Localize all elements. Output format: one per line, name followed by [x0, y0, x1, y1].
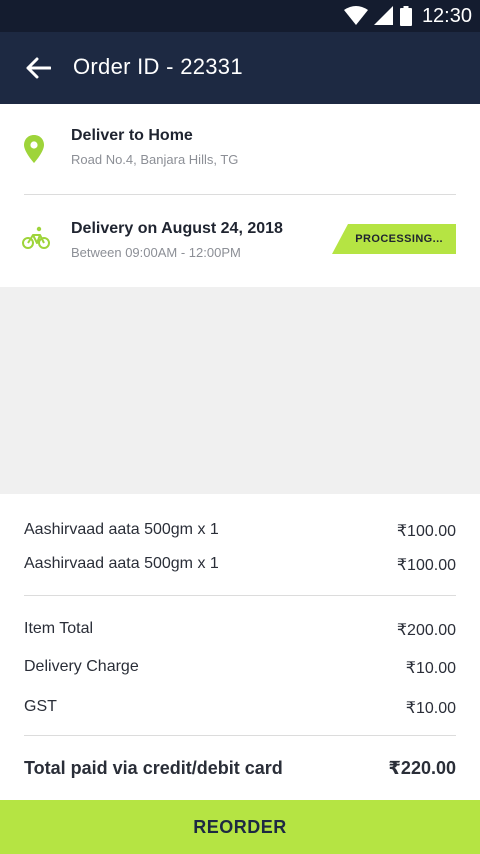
delivery-charge-label: Delivery Charge: [24, 658, 139, 675]
delivery-date-title: Delivery on August 24, 2018: [71, 220, 283, 237]
back-button[interactable]: [20, 50, 56, 86]
item-price: ₹100.00: [396, 523, 456, 540]
deliver-to-title: Deliver to Home: [71, 127, 193, 144]
delivery-charge-row: Delivery Charge ₹10.00: [24, 658, 456, 678]
status-badge-label: PROCESSING...: [355, 233, 443, 245]
status-indicators: 12:30: [343, 0, 472, 32]
status-time: 12:30: [421, 4, 472, 27]
item-name: Aashirvaad aata 500gm x 1: [24, 555, 219, 572]
total-paid-value: ₹220.00: [388, 758, 456, 778]
bicycle-icon: [22, 226, 50, 249]
item-price: ₹100.00: [396, 557, 456, 574]
back-arrow-icon: [26, 57, 51, 79]
signal-icon: [373, 6, 393, 25]
battery-icon: [399, 6, 412, 26]
app-bar: Order ID - 22331: [0, 32, 480, 104]
gst-row: GST ₹10.00: [24, 698, 456, 718]
wifi-icon: [343, 6, 368, 25]
divider: [24, 595, 456, 596]
gst-label: GST: [24, 698, 57, 715]
reorder-button-label: REORDER: [193, 816, 287, 837]
page-title: Order ID - 22331: [73, 54, 243, 79]
order-summary-card: Aashirvaad aata 500gm x 1 ₹100.00 Aashir…: [0, 494, 480, 800]
status-bar: 12:30: [0, 0, 480, 32]
delivery-charge-value: ₹10.00: [405, 660, 456, 677]
reorder-button[interactable]: REORDER: [0, 800, 480, 854]
deliver-address: Road No.4, Banjara Hills, TG: [71, 152, 239, 167]
total-paid-row: Total paid via credit/debit card ₹220.00: [24, 758, 456, 779]
delivery-window: Between 09:00AM - 12:00PM: [71, 245, 241, 260]
item-total-row: Item Total ₹200.00: [24, 620, 456, 640]
status-badge: PROCESSING...: [332, 224, 456, 254]
location-pin-icon: [24, 135, 44, 163]
delivery-card: Deliver to Home Road No.4, Banjara Hills…: [0, 104, 480, 287]
item-total-label: Item Total: [24, 620, 94, 637]
item-name: Aashirvaad aata 500gm x 1: [24, 521, 219, 538]
list-item: Aashirvaad aata 500gm x 1 ₹100.00: [24, 521, 456, 541]
gst-value: ₹10.00: [405, 700, 456, 717]
divider: [24, 735, 456, 736]
total-paid-label: Total paid via credit/debit card: [24, 758, 283, 778]
divider: [24, 194, 456, 195]
item-total-value: ₹200.00: [396, 622, 456, 639]
list-item: Aashirvaad aata 500gm x 1 ₹100.00: [24, 555, 456, 575]
